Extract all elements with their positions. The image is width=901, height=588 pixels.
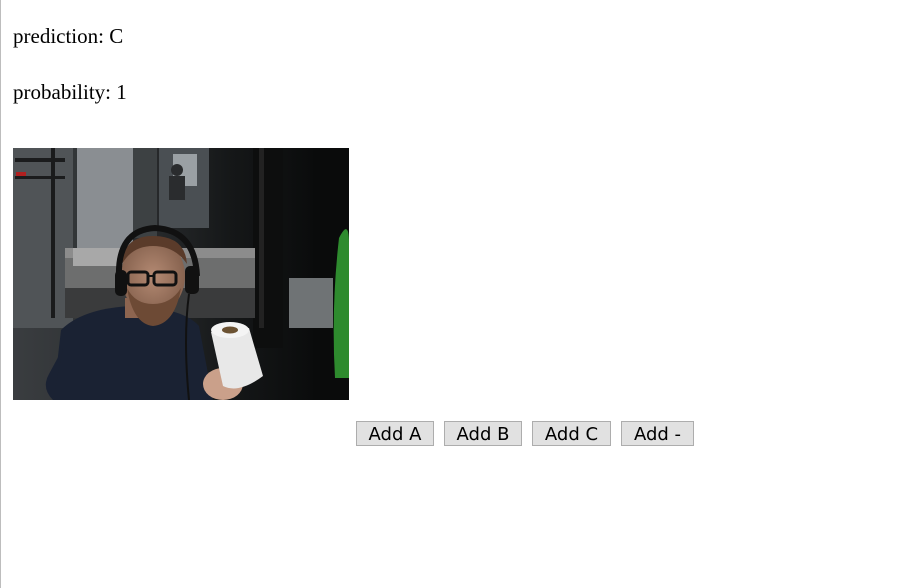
- webcam-video: [13, 148, 349, 400]
- probability-text: probability: 1: [13, 80, 127, 104]
- add-a-button[interactable]: Add A: [356, 421, 434, 446]
- prediction-text: prediction: C: [13, 24, 123, 48]
- add-minus-button[interactable]: Add -: [621, 421, 694, 446]
- add-c-button[interactable]: Add C: [532, 421, 611, 446]
- page-left-border: [0, 0, 1, 588]
- add-b-button[interactable]: Add B: [444, 421, 522, 446]
- prediction-value: C: [109, 24, 124, 48]
- probability-label: probability:: [13, 80, 111, 104]
- webcam-frame-image: [13, 148, 349, 400]
- prediction-label: prediction:: [13, 24, 104, 48]
- probability-value: 1: [116, 80, 127, 104]
